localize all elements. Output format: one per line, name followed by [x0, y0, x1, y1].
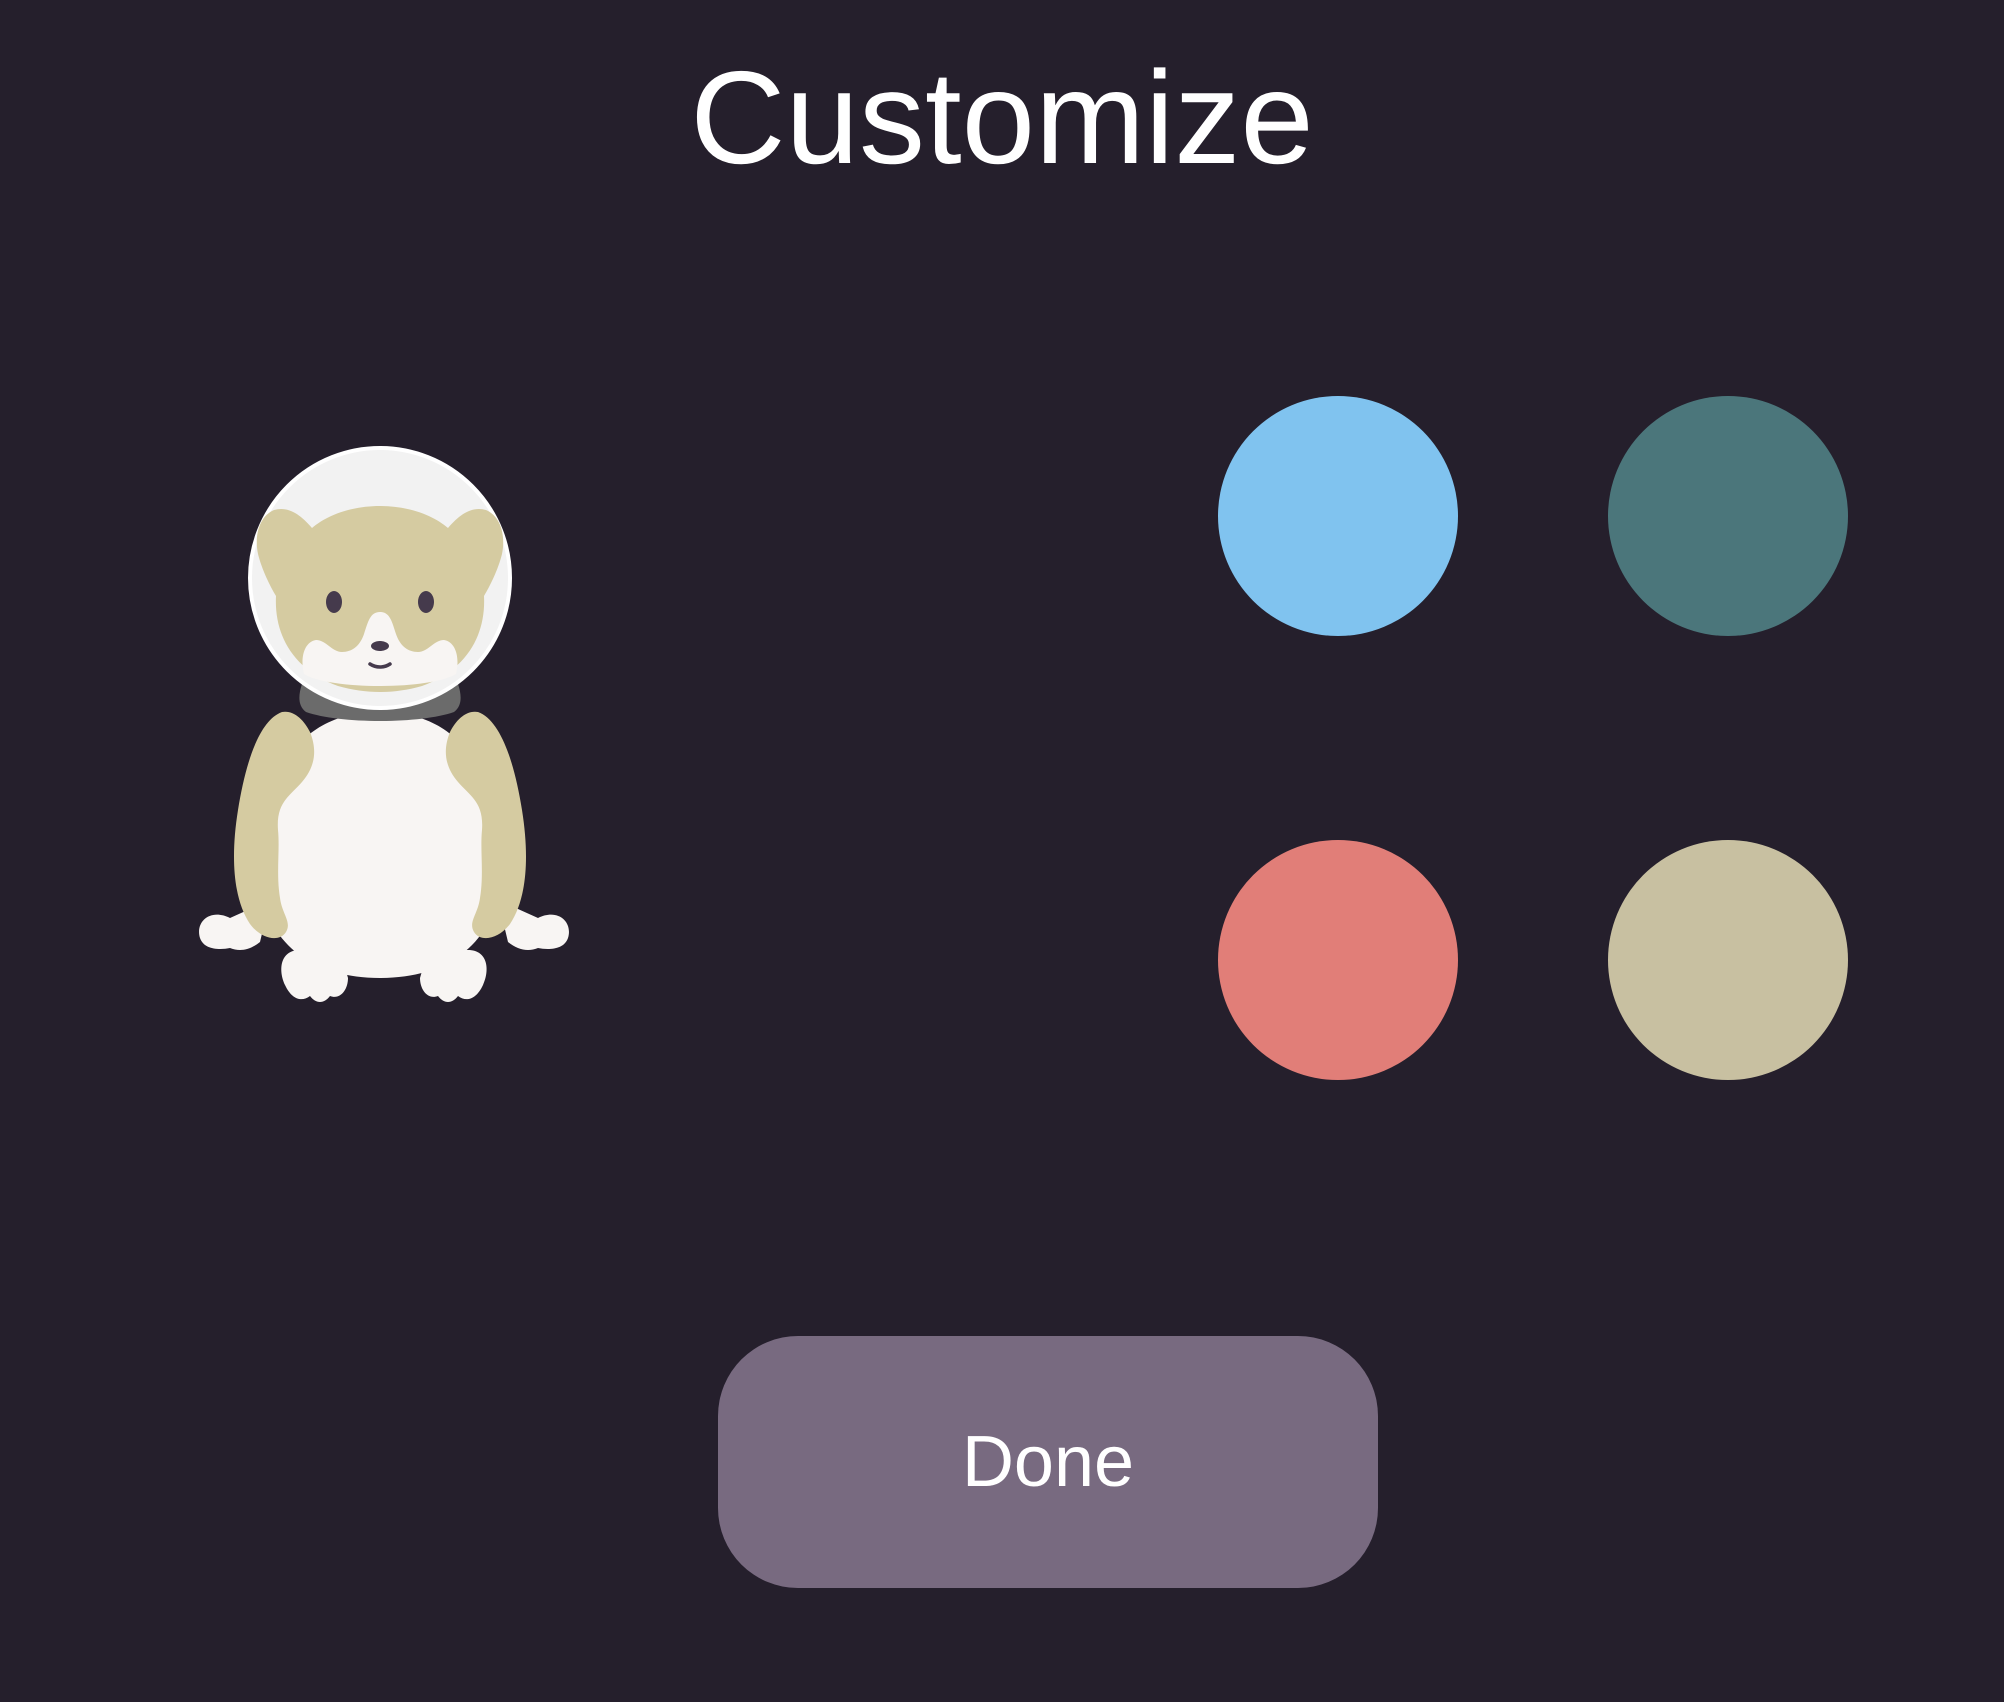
nose: [371, 641, 389, 651]
color-swatch-salmon[interactable]: [1218, 840, 1458, 1080]
page-title: Customize: [690, 44, 1314, 191]
right-eye: [418, 591, 434, 613]
color-swatch-light-blue[interactable]: [1218, 396, 1458, 636]
color-swatch-beige[interactable]: [1608, 840, 1848, 1080]
customize-screen: Customize Done: [0, 0, 2004, 1702]
done-button[interactable]: Done: [718, 1336, 1378, 1588]
color-swatch-teal[interactable]: [1608, 396, 1848, 636]
ferret-astronaut-icon: [190, 430, 570, 1070]
done-button-label: Done: [961, 1422, 1135, 1502]
left-eye: [326, 591, 342, 613]
